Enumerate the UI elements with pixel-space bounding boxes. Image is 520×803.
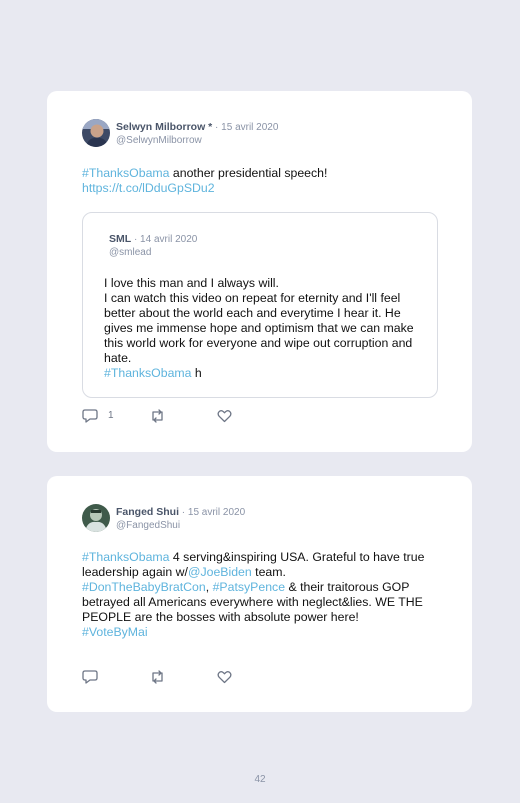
like-icon bbox=[217, 670, 232, 684]
tweet-actions bbox=[82, 669, 232, 684]
text-link[interactable]: #ThanksObama bbox=[104, 366, 192, 380]
reply-count: 1 bbox=[108, 410, 114, 421]
tweet-header: Selwyn Milborrow * · 15 avril 2020 @Selw… bbox=[82, 119, 278, 147]
text-link[interactable]: #ThanksObama bbox=[82, 550, 170, 564]
quoted-tweet[interactable]: SML · 14 avril 2020 @smlead I love this … bbox=[82, 212, 438, 398]
tweet-header: Fanged Shui · 15 avril 2020 @FangedShui bbox=[82, 504, 245, 532]
text-segment: I love this man and I always will. bbox=[104, 276, 279, 290]
text-link[interactable]: #VoteByMai bbox=[82, 625, 148, 639]
quoted-tweet-text: I love this man and I always will. I can … bbox=[104, 276, 417, 381]
text-link[interactable]: https://t.co/lDduGpSDu2 bbox=[82, 181, 215, 195]
tweet-card-2: Fanged Shui · 15 avril 2020 @FangedShui … bbox=[47, 476, 472, 712]
quoted-tweet-date[interactable]: · 14 avril 2020 bbox=[131, 234, 197, 245]
text-link[interactable]: #PatsyPence bbox=[213, 580, 285, 594]
text-link[interactable]: #ThanksObama bbox=[82, 166, 170, 180]
quoted-author-name[interactable]: SML bbox=[109, 233, 131, 245]
author-handle[interactable]: @FangedShui bbox=[116, 519, 245, 532]
reply-button[interactable] bbox=[82, 669, 98, 684]
tweet-actions: 1 bbox=[82, 408, 232, 423]
tweet-text: #ThanksObama another presidential speech… bbox=[82, 166, 442, 196]
text-segment: team. bbox=[251, 565, 286, 579]
text-link[interactable]: #DonTheBabyBratCon bbox=[82, 580, 206, 594]
retweet-button[interactable] bbox=[149, 408, 166, 423]
page-number: 42 bbox=[254, 774, 266, 785]
reply-icon bbox=[82, 408, 98, 423]
text-link[interactable]: @JoeBiden bbox=[188, 565, 252, 579]
retweet-icon bbox=[149, 408, 166, 423]
tweet-card-1: Selwyn Milborrow * · 15 avril 2020 @Selw… bbox=[47, 91, 472, 452]
tweet-date[interactable]: · 15 avril 2020 bbox=[212, 122, 278, 133]
tweet-date[interactable]: · 15 avril 2020 bbox=[179, 507, 245, 518]
like-button[interactable] bbox=[217, 409, 232, 423]
text-segment: I can watch this video on repeat for ete… bbox=[104, 291, 414, 365]
reply-icon bbox=[82, 669, 98, 684]
quoted-author-handle[interactable]: @smlead bbox=[109, 246, 197, 259]
author-name[interactable]: Selwyn Milborrow bbox=[116, 121, 205, 133]
retweet-icon bbox=[149, 669, 166, 684]
avatar[interactable] bbox=[82, 119, 110, 147]
text-segment: , bbox=[205, 580, 213, 594]
text-segment: another presidential speech! bbox=[169, 166, 328, 180]
like-button[interactable] bbox=[217, 670, 232, 684]
avatar[interactable] bbox=[82, 504, 110, 532]
reply-button[interactable]: 1 bbox=[82, 408, 114, 423]
author-handle[interactable]: @SelwynMilborrow bbox=[116, 134, 278, 147]
tweet-text: #ThanksObama 4 serving&inspiring USA. Gr… bbox=[82, 550, 442, 640]
retweet-button[interactable] bbox=[149, 669, 166, 684]
like-icon bbox=[217, 409, 232, 423]
author-name[interactable]: Fanged Shui bbox=[116, 506, 179, 518]
text-segment: h bbox=[191, 366, 202, 380]
